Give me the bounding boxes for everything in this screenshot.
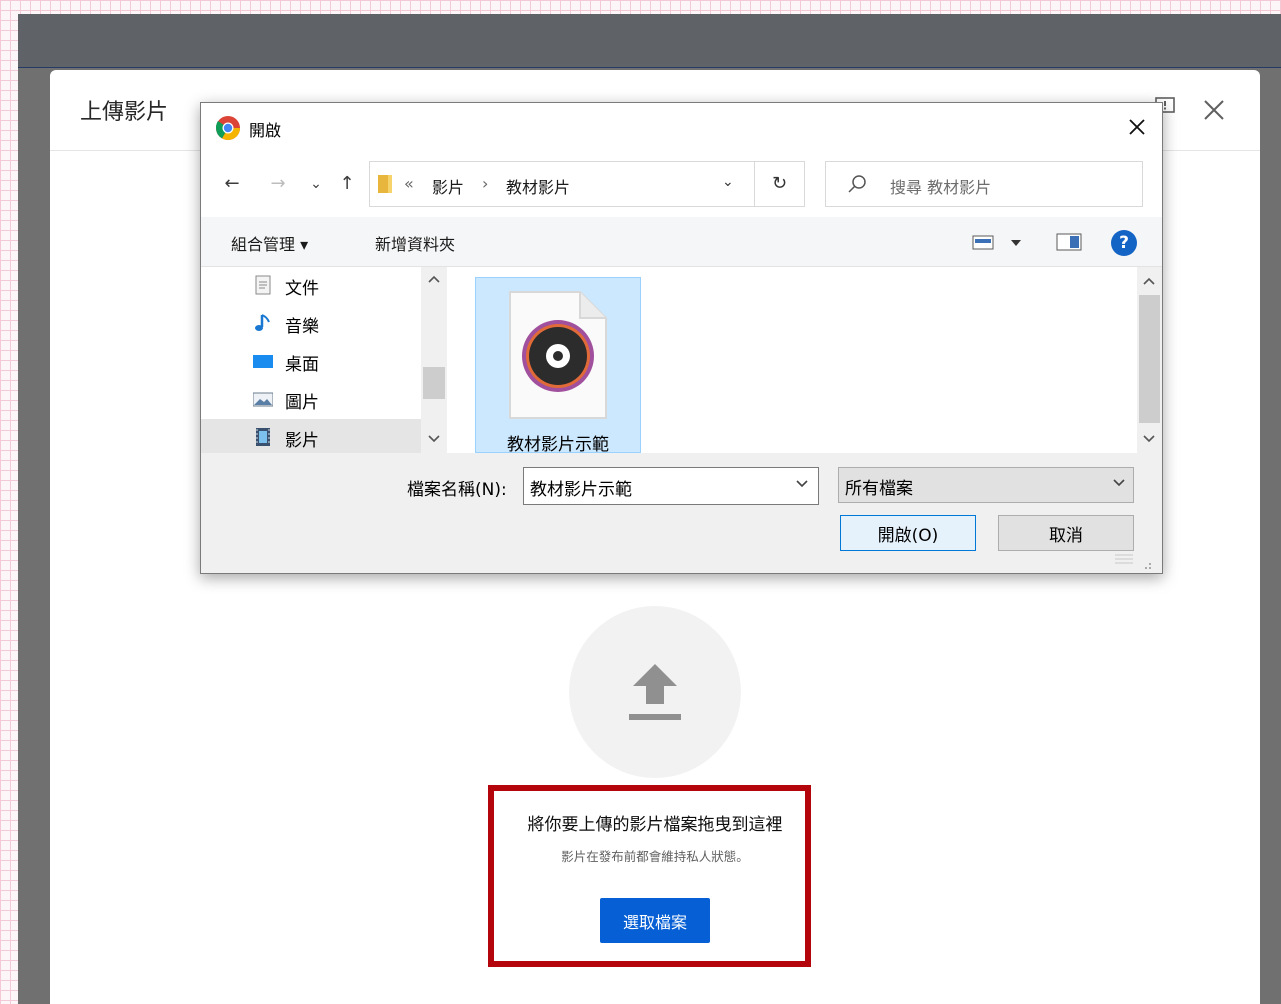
tree-item-documents[interactable]: 文件 [201, 267, 421, 303]
search-icon [848, 175, 866, 193]
file-item[interactable]: 教材影片示範 [475, 277, 641, 455]
command-bar: 組合管理 ▾ 新增資料夾 ? [201, 217, 1162, 267]
search-placeholder: 搜尋 教材影片 [890, 178, 992, 197]
breadcrumb-separator: › [482, 174, 489, 193]
dialog-title: 開啟 [249, 121, 282, 140]
upload-arrow-icon [629, 664, 681, 720]
videos-icon [256, 428, 270, 446]
scroll-down-icon[interactable] [426, 433, 442, 445]
desktop-icon [253, 355, 273, 368]
recent-locations-icon[interactable]: ⌄ [303, 171, 329, 197]
navigation-bar: ← → ⌄ ↑ « 影片 › 教材影片 ⌄ ↻ 搜尋 教材影片 [201, 151, 1162, 217]
file-list: 教材影片示範 [447, 267, 1137, 455]
filetype-value: 所有檔案 [845, 479, 913, 499]
preview-pane-icon[interactable] [1055, 231, 1083, 253]
tree-scrollbar[interactable] [421, 267, 447, 453]
filename-label: 檔案名稱(N): [407, 480, 507, 500]
forward-arrow-icon[interactable]: → [265, 171, 291, 197]
tree-scroll-thumb[interactable] [423, 367, 445, 399]
close-icon[interactable] [1202, 98, 1226, 122]
view-options-icon[interactable] [971, 231, 1027, 253]
tree-label: 圖片 [285, 393, 319, 413]
top-bar [18, 14, 1281, 68]
document-icon [255, 275, 271, 295]
upload-dialog-title: 上傳影片 [80, 100, 169, 125]
navigation-tree: 文件 音樂 桌面 圖片 影片 [201, 267, 421, 455]
cancel-button[interactable]: 取消 [998, 515, 1134, 551]
chevron-down-icon[interactable]: ⌄ [722, 174, 734, 190]
path-prefix: « [404, 174, 414, 193]
up-arrow-icon[interactable]: ↑ [334, 171, 360, 197]
tree-label: 文件 [285, 279, 319, 299]
dialog-footer: 檔案名稱(N): 教材影片示範 所有檔案 開啟(O) 取消 [201, 453, 1162, 573]
dialog-titlebar: 開啟 [201, 103, 1162, 151]
tree-item-videos[interactable]: 影片 [201, 419, 421, 455]
tree-item-music[interactable]: 音樂 [201, 305, 421, 341]
refresh-icon[interactable]: ↻ [754, 162, 804, 206]
video-file-icon [509, 291, 607, 419]
open-button[interactable]: 開啟(O) [840, 515, 976, 551]
scroll-up-icon[interactable] [426, 273, 442, 285]
pictures-icon [253, 392, 273, 407]
open-file-dialog: 開啟 ← → ⌄ ↑ « 影片 › 教材影片 ⌄ ↻ 搜尋 教材影片 組合管理 … [200, 102, 1163, 574]
back-arrow-icon[interactable]: ← [219, 171, 245, 197]
filetype-select[interactable]: 所有檔案 [838, 467, 1134, 503]
folder-icon [378, 175, 392, 193]
tree-label: 影片 [285, 431, 319, 451]
tree-label: 音樂 [285, 317, 319, 337]
scroll-up-icon[interactable] [1141, 275, 1157, 287]
scroll-down-icon[interactable] [1141, 433, 1157, 445]
tree-label: 桌面 [285, 355, 319, 375]
organize-menu[interactable]: 組合管理 ▾ [231, 231, 308, 255]
chevron-down-icon[interactable] [1111, 476, 1127, 490]
music-icon [255, 314, 270, 331]
chrome-icon [215, 116, 240, 141]
tree-item-desktop[interactable]: 桌面 [201, 343, 421, 379]
chevron-down-icon[interactable] [794, 477, 810, 491]
file-scroll-thumb[interactable] [1139, 295, 1160, 423]
upload-circle[interactable] [569, 606, 741, 778]
breadcrumb-course-videos[interactable]: 教材影片 [506, 174, 570, 198]
search-input[interactable]: 搜尋 教材影片 [825, 161, 1143, 207]
file-name: 教材影片示範 [507, 435, 609, 455]
file-scrollbar[interactable] [1137, 267, 1162, 453]
dialog-close-icon[interactable] [1123, 113, 1151, 141]
new-folder-button[interactable]: 新增資料夾 [375, 231, 455, 255]
address-bar[interactable]: « 影片 › 教材影片 ⌄ ↻ [369, 161, 805, 207]
browser-content: 文件 音樂 桌面 圖片 影片 教材影片示範 [201, 267, 1162, 455]
resize-grip-icon[interactable] [1113, 551, 1155, 571]
highlight-annotation [488, 785, 811, 967]
filename-field[interactable]: 教材影片示範 [523, 467, 819, 505]
help-icon[interactable]: ? [1111, 230, 1137, 256]
filename-value: 教材影片示範 [530, 480, 632, 500]
tree-item-pictures[interactable]: 圖片 [201, 381, 421, 417]
breadcrumb-videos[interactable]: 影片 [432, 174, 464, 198]
